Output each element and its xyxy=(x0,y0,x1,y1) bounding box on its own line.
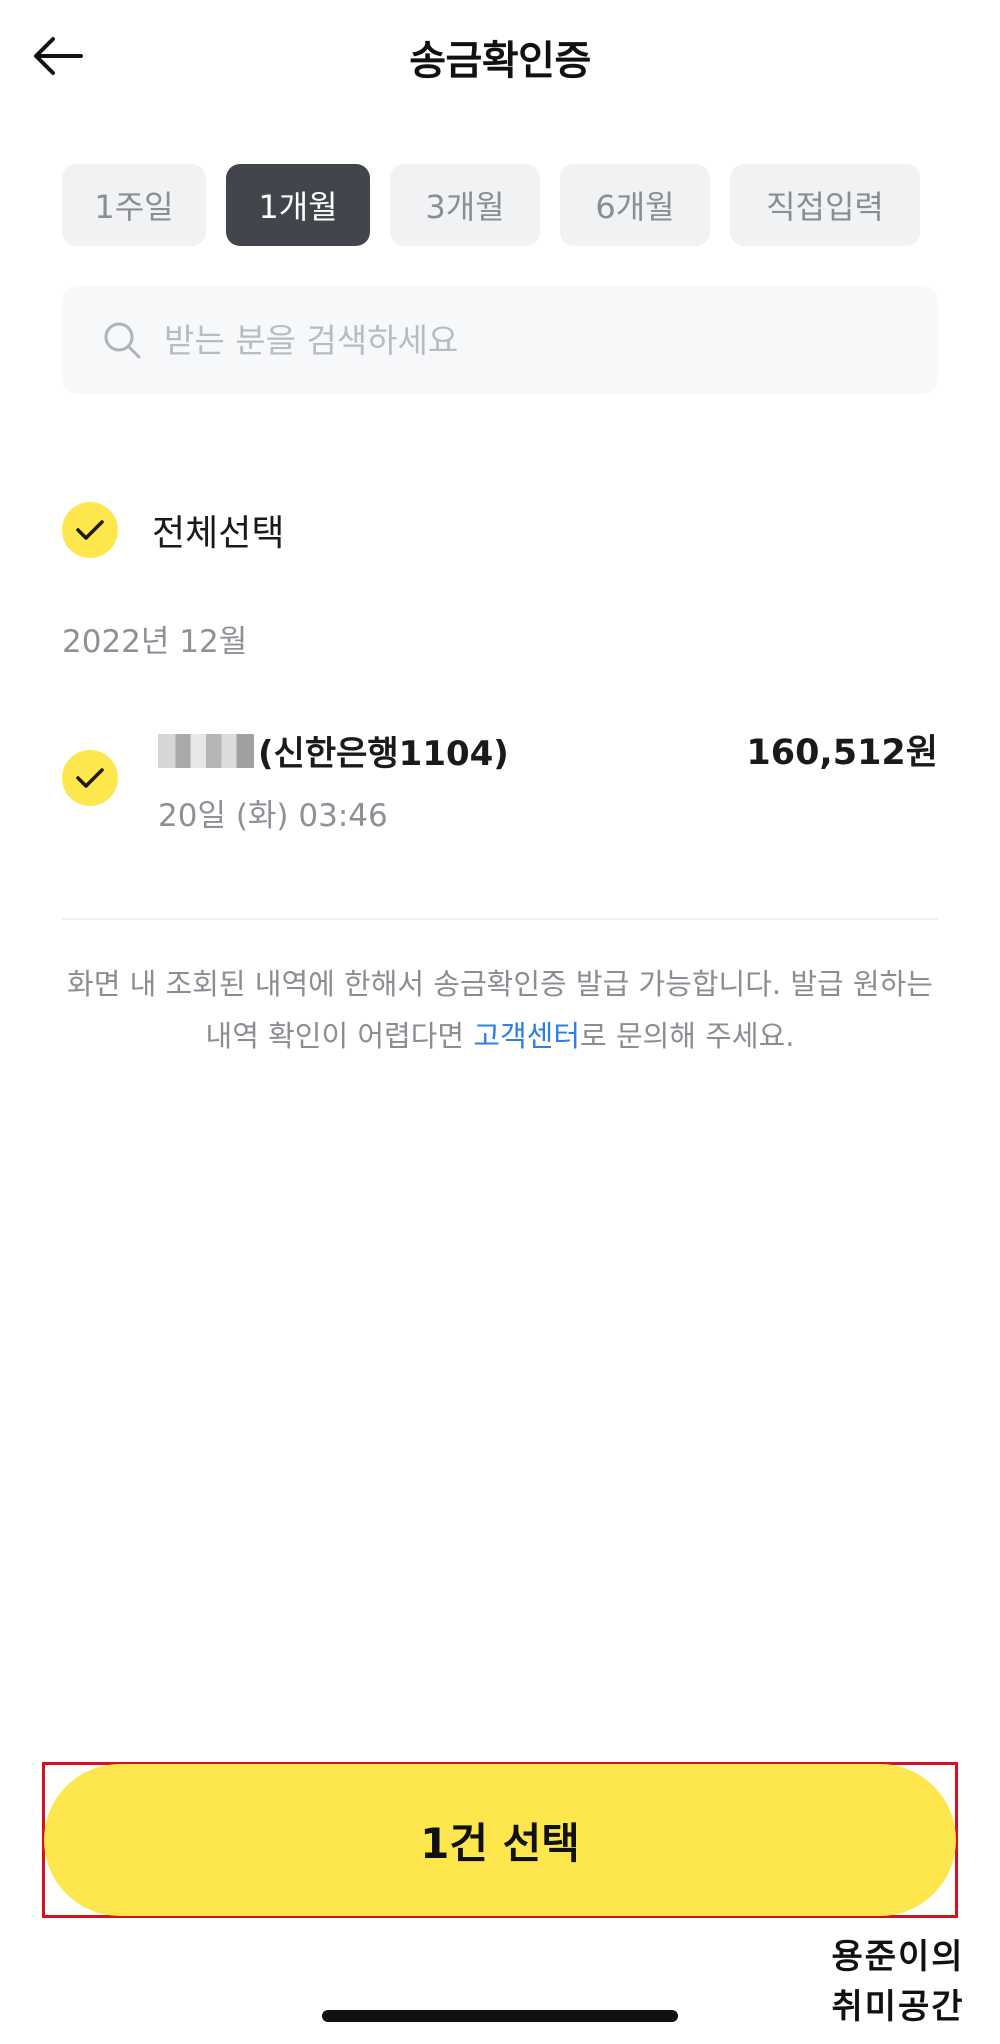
transaction-datetime: 20일 (화) 03:46 xyxy=(158,798,388,834)
customer-center-link[interactable]: 고객센터 xyxy=(473,1019,580,1053)
check-icon xyxy=(76,520,104,540)
notice-text: 화면 내 조회된 내역에 한해서 송금확인증 발급 가능합니다. 발급 원하는 … xyxy=(62,958,938,1062)
select-all-checkbox[interactable] xyxy=(62,502,118,558)
select-all-toggle[interactable]: 전체선택 xyxy=(62,502,284,558)
period-tabs: 1주일 1개월 3개월 6개월 직접입력 xyxy=(62,164,940,246)
watermark: 용준이의 취미공간 xyxy=(818,1932,978,2032)
transaction-amount: 160,512원 xyxy=(746,733,938,773)
notice-text-after: 로 문의해 주세요. xyxy=(580,1019,795,1053)
search-box xyxy=(62,286,938,394)
transaction-checkbox[interactable] xyxy=(62,750,118,806)
watermark-line-2: 취미공간 xyxy=(831,1987,965,2027)
transaction-bank: (신한은행1104) xyxy=(258,734,509,774)
tab-3-months[interactable]: 3개월 xyxy=(390,164,540,246)
watermark-line-1: 용준이의 xyxy=(831,1937,965,1977)
page-title: 송금확인증 xyxy=(409,38,591,84)
divider xyxy=(62,918,938,920)
home-indicator xyxy=(322,2010,678,2022)
search-input[interactable] xyxy=(164,320,924,360)
month-group-header: 2022년 12월 xyxy=(62,624,248,660)
tab-custom-input[interactable]: 직접입력 xyxy=(730,164,920,246)
check-icon xyxy=(76,768,104,788)
select-confirm-button[interactable]: 1건 선택 xyxy=(44,1764,956,1916)
tab-1-week[interactable]: 1주일 xyxy=(62,164,206,246)
select-all-label: 전체선택 xyxy=(152,513,285,554)
header: 송금확인증 xyxy=(0,0,1000,110)
transaction-row[interactable]: (신한은행1104) 20일 (화) 03:46 160,512원 xyxy=(62,718,938,838)
transaction-recipient: (신한은행1104) xyxy=(158,726,509,775)
search-icon xyxy=(104,322,141,359)
tab-1-month[interactable]: 1개월 xyxy=(226,164,370,246)
blurred-recipient-name xyxy=(158,733,254,768)
tab-6-months[interactable]: 6개월 xyxy=(560,164,710,246)
